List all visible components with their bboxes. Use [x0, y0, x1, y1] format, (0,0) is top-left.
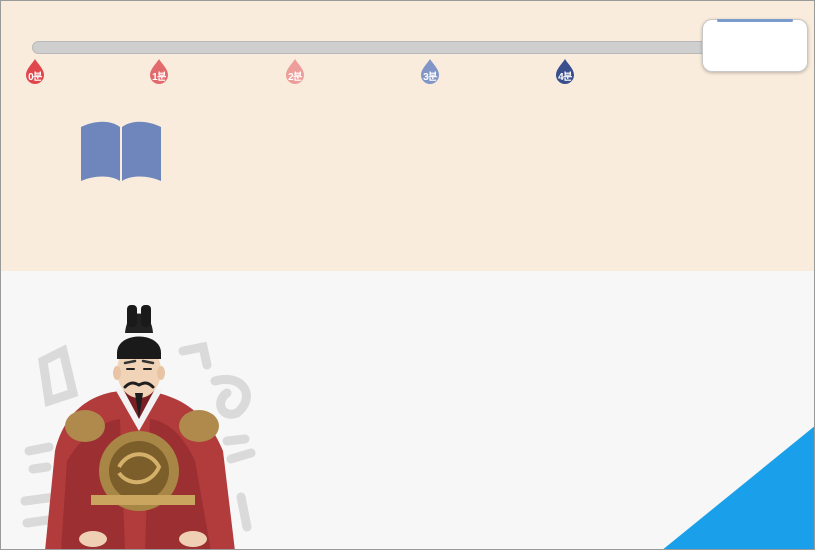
app-frame: 0분 1분 2분 3분 4분 [0, 0, 815, 550]
timeline-marker-0[interactable]: 0분 [24, 58, 46, 86]
timeline-marker-label: 3분 [423, 72, 437, 83]
timer-display [702, 19, 808, 72]
timeline-marker-1[interactable]: 1분 [148, 58, 170, 86]
timeline-marker-label: 1분 [152, 72, 166, 83]
corner-decoration [663, 426, 814, 549]
king-illustration [20, 305, 256, 549]
book-button[interactable] [81, 121, 161, 183]
timeline-marker-label: 2분 [288, 72, 302, 83]
timeline-marker-2[interactable]: 2분 [284, 58, 306, 86]
book-icon [81, 121, 161, 181]
timeline-marker-3[interactable]: 3분 [419, 58, 441, 86]
timeline-marker-4[interactable]: 4분 [554, 58, 576, 86]
timeline-marker-label: 4분 [558, 72, 572, 83]
timeline-panel: 0분 1분 2분 3분 4분 [1, 1, 814, 271]
timeline-track [32, 41, 732, 54]
timeline-marker-label: 0분 [28, 72, 42, 83]
